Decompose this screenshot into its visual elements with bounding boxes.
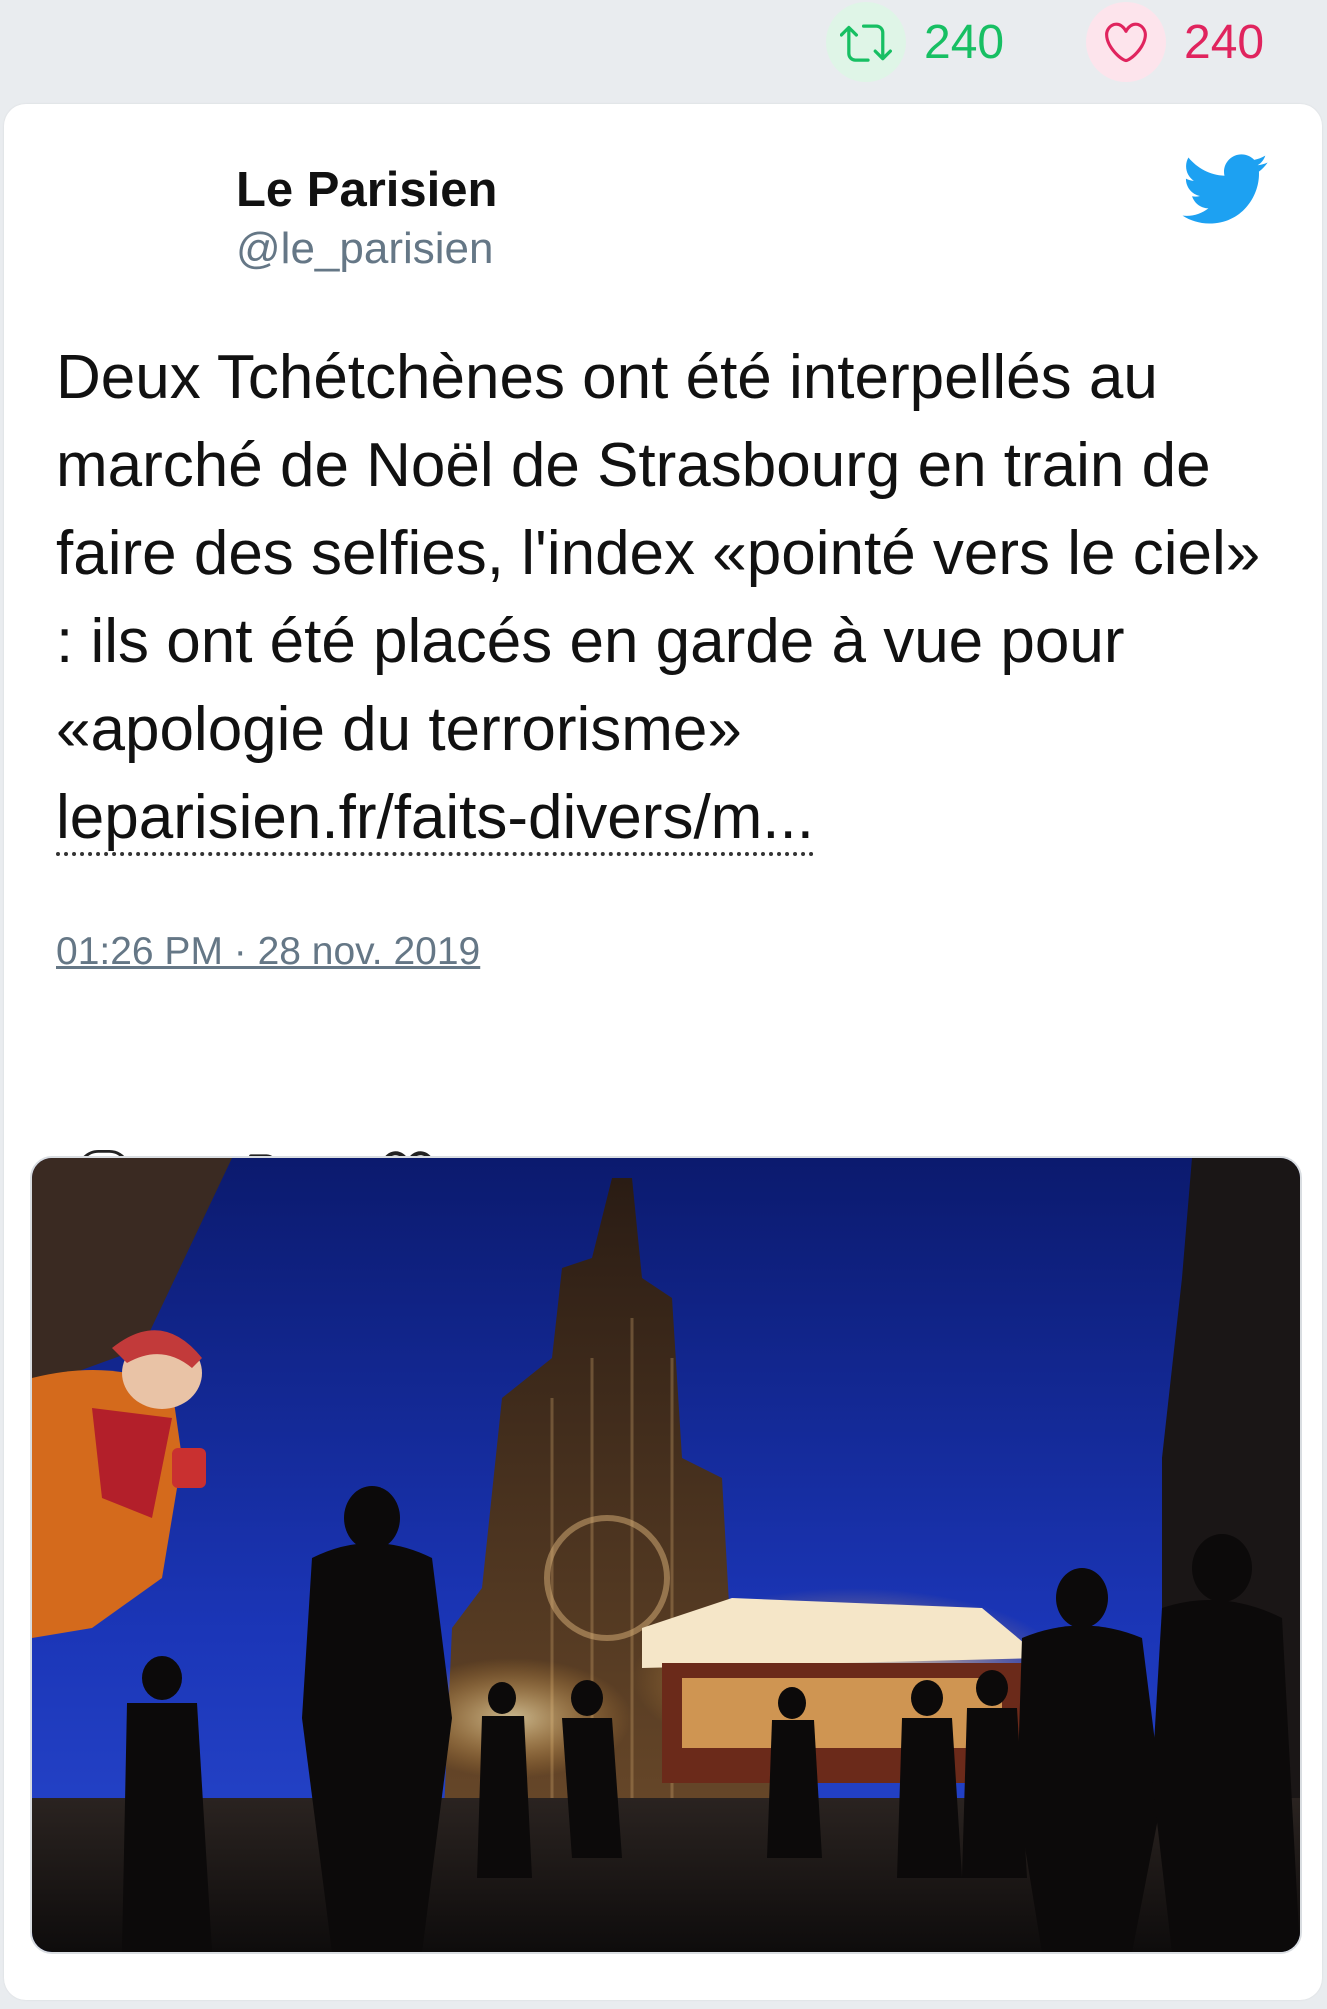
author-name[interactable]: Le Parisien xyxy=(236,162,497,218)
retweet-stat[interactable]: 240 xyxy=(826,2,1004,82)
author-handle[interactable]: @le_parisien xyxy=(236,224,493,274)
tweet-timestamp[interactable]: 01:26 PM · 28 nov. 2019 xyxy=(56,930,480,974)
like-stat[interactable]: 240 xyxy=(1086,2,1264,82)
heart-icon xyxy=(1086,2,1166,82)
tweet-text: Deux Tchétchènes ont été interpellés au … xyxy=(56,334,1286,862)
tweet-photo[interactable] xyxy=(30,1156,1302,1954)
christmas-market-photo xyxy=(32,1158,1300,1952)
engagement-stats-bar: 240 240 xyxy=(0,0,1327,90)
like-count: 240 xyxy=(1184,15,1265,69)
retweet-icon xyxy=(826,2,906,82)
tweet-card: Le Parisien @le_parisien Deux Tchétchène… xyxy=(4,104,1322,2000)
tweet-body: Deux Tchétchènes ont été interpellés au … xyxy=(56,343,1261,764)
tweet-link[interactable]: leparisien.fr/faits-divers/m... xyxy=(56,783,814,856)
retweet-count: 240 xyxy=(924,15,1005,69)
twitter-bird-icon[interactable] xyxy=(1174,144,1274,234)
